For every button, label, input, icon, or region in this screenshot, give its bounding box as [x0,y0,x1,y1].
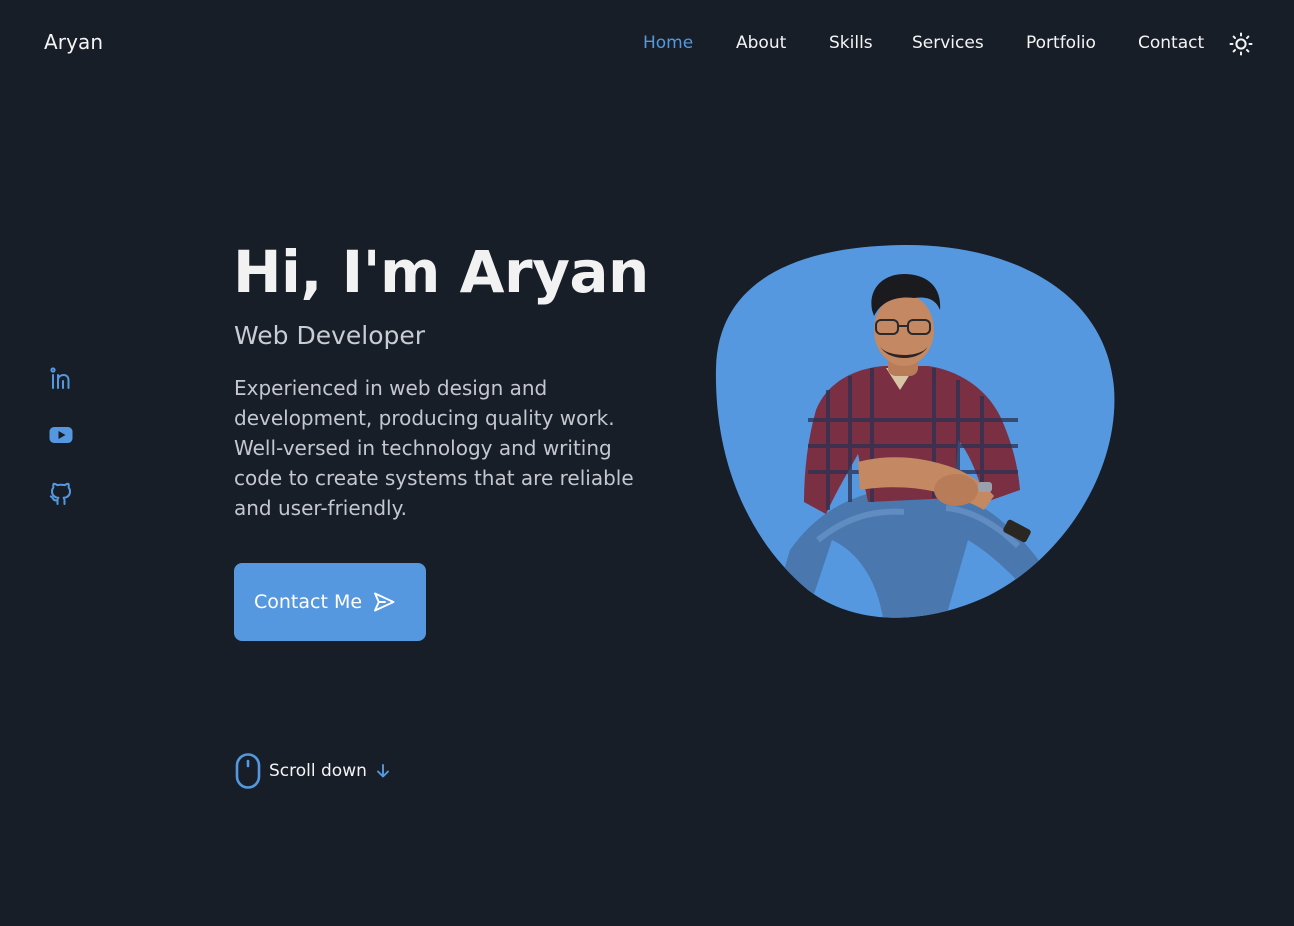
linkedin-link[interactable] [48,366,74,392]
hero-photo [708,240,1120,624]
nav-skills[interactable]: Skills [829,33,873,53]
nav-services[interactable]: Services [912,33,984,53]
youtube-icon [49,427,73,443]
theme-toggle-button[interactable] [1228,31,1254,57]
youtube-link[interactable] [48,422,74,448]
nav-portfolio[interactable]: Portfolio [1026,33,1096,53]
arrow-down-icon [376,764,389,778]
hero-description: Experienced in web design and developmen… [234,376,634,520]
site-header: Aryan Home About Skills Services Portfol… [0,0,1294,90]
github-icon [49,482,71,505]
hero-title: Hi, I'm Aryan [233,238,649,306]
nav-about[interactable]: About [736,33,786,53]
site-logo[interactable]: Aryan [44,30,103,54]
contact-me-label: Contact Me [254,591,363,613]
sun-icon [1229,32,1253,56]
contact-me-button[interactable]: Contact Me [234,563,426,641]
linkedin-icon [50,367,70,389]
nav-contact[interactable]: Contact [1138,33,1204,53]
github-link[interactable] [48,480,74,506]
scroll-down-button[interactable]: Scroll down [234,753,391,789]
scroll-down-label: Scroll down [269,761,367,781]
hero-subtitle: Web Developer [234,321,426,350]
nav-home[interactable]: Home [643,33,693,53]
profile-photo [715,244,1115,618]
mouse-icon [235,753,261,789]
send-icon [374,592,395,612]
